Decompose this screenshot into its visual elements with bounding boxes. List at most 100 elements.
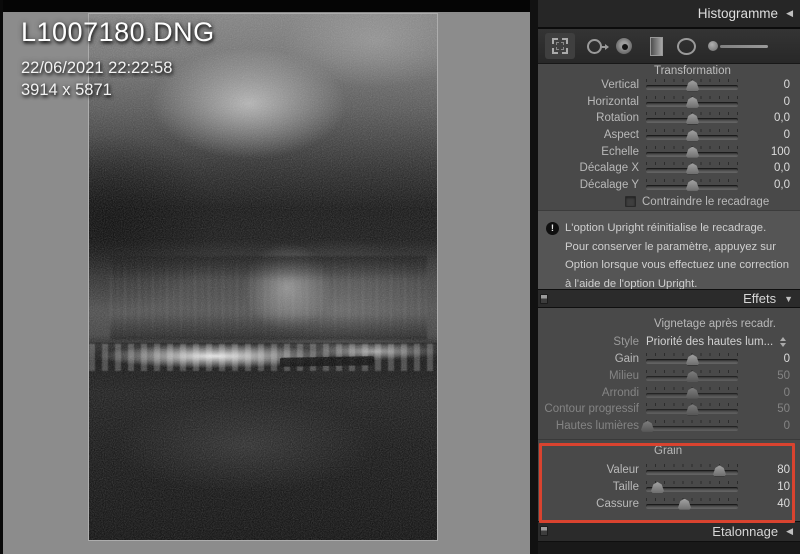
slider-value-hautes-lumi-res[interactable]: 0 — [738, 420, 800, 432]
slider-track[interactable] — [646, 426, 738, 430]
slider-value-vertical[interactable]: 0 — [738, 79, 800, 91]
slider-row-aspect: Aspect 0 — [538, 127, 800, 144]
slider-value-taille[interactable]: 10 — [738, 481, 800, 493]
slider-vertical[interactable] — [646, 79, 738, 91]
photo-filename: L1007180.DNG — [21, 17, 215, 48]
slider-contour-progressif[interactable] — [646, 403, 738, 415]
slider-value-d-calage-y[interactable]: 0,0 — [738, 179, 800, 191]
panel-bottom-edge — [538, 542, 800, 554]
slider-label-gain: Gain — [538, 353, 646, 365]
slider-label-milieu: Milieu — [538, 370, 646, 382]
slider-row-d-calage-x: Décalage X0,0 — [538, 160, 800, 177]
warning-icon: ! — [546, 222, 559, 235]
slider-label-cassure: Cassure — [538, 498, 646, 510]
canvas-top-edge — [0, 0, 530, 12]
slider-row-valeur: Valeur80 — [538, 462, 800, 479]
slider-value-rotation[interactable]: 0,0 — [738, 112, 800, 124]
slider-row-hautes-lumi-res: Hautes lumières 0 — [538, 418, 800, 435]
slider-valeur[interactable] — [646, 464, 738, 476]
slider-row-rotation: Rotation0,0 — [538, 110, 800, 127]
calibration-enable-toggle[interactable] — [540, 526, 548, 536]
slider-label-aspect: Aspect — [538, 129, 646, 141]
slider-value-aspect[interactable]: 0 — [738, 129, 800, 141]
slider-row-d-calage-y: Décalage Y 0,0 — [538, 177, 800, 194]
upright-warning-text: L'option Upright réinitialise le recadra… — [565, 219, 791, 283]
lightroom-develop-window: L1007180.DNG 22/06/2021 22:22:58 3914 x … — [0, 0, 800, 554]
calibration-panel-header[interactable]: Etalonnage ◀ — [538, 521, 800, 542]
slider-label-echelle: Echelle — [538, 146, 646, 158]
crop-tool-button[interactable] — [545, 33, 575, 59]
collapse-left-triangle-icon: ◀ — [786, 8, 793, 19]
effects-panel-header[interactable]: Effets ▼ — [538, 289, 800, 308]
constrain-crop-checkbox[interactable] — [625, 196, 636, 207]
slider-arrondi[interactable] — [646, 387, 738, 399]
dropdown-arrows-icon[interactable] — [780, 337, 786, 347]
slider-taille[interactable] — [646, 481, 738, 493]
develop-right-panel: Histogramme ◀ Transformation Vertical0Ho… — [538, 0, 800, 554]
slider-echelle[interactable] — [646, 146, 738, 158]
slider-row-contour-progressif: Contour progressif 50 — [538, 401, 800, 418]
tool-strip — [538, 29, 800, 64]
style-label: Style — [538, 336, 646, 348]
effects-header-label: Effets — [743, 291, 776, 306]
slider-row-taille: Taille 10 — [538, 479, 800, 496]
slider-label-taille: Taille — [538, 481, 646, 493]
style-value-dropdown[interactable]: Priorité des hautes lum... — [646, 336, 773, 348]
slider-value-echelle[interactable]: 100 — [738, 146, 800, 158]
slider-value-cassure[interactable]: 40 — [738, 498, 800, 510]
constrain-crop-row[interactable]: Contraindre le recadrage — [538, 193, 800, 210]
slider-row-milieu: Milieu 50 — [538, 368, 800, 385]
photo-datetime: 22/06/2021 22:22:58 — [21, 57, 215, 79]
slider-label-arrondi: Arrondi — [538, 387, 646, 399]
slider-cassure[interactable] — [646, 498, 738, 510]
slider-value-gain[interactable]: 0 — [738, 353, 800, 365]
slider-horizontal[interactable] — [646, 96, 738, 108]
slider-row-arrondi: Arrondi 0 — [538, 384, 800, 401]
slider-label-d-calage-y: Décalage Y — [538, 179, 646, 191]
vignette-style-row: Style Priorité des hautes lum... — [538, 333, 800, 351]
slider-label-contour-progressif: Contour progressif — [538, 403, 646, 415]
slider-hautes-lumi-res[interactable] — [646, 420, 738, 432]
histogram-header-label: Histogramme — [698, 6, 778, 21]
constrain-crop-label: Contraindre le recadrage — [642, 196, 769, 208]
slider-label-horizontal: Horizontal — [538, 96, 646, 108]
slider-label-hautes-lumi-res: Hautes lumières — [538, 420, 646, 432]
slider-d-calage-x[interactable] — [646, 162, 738, 174]
graduated-filter-icon[interactable] — [650, 37, 663, 56]
slider-value-arrondi[interactable]: 0 — [738, 387, 800, 399]
slider-value-d-calage-x[interactable]: 0,0 — [738, 162, 800, 174]
slider-rotation[interactable] — [646, 112, 738, 124]
slider-milieu[interactable] — [646, 370, 738, 382]
spot-removal-icon[interactable] — [587, 39, 602, 54]
slider-row-cassure: Cassure 40 — [538, 495, 800, 512]
histogram-panel-header[interactable]: Histogramme ◀ — [538, 0, 800, 29]
image-canvas: L1007180.DNG 22/06/2021 22:22:58 3914 x … — [0, 0, 530, 554]
radial-filter-icon[interactable] — [677, 38, 696, 55]
slider-gain[interactable] — [646, 353, 738, 365]
photo-info-overlay: L1007180.DNG 22/06/2021 22:22:58 3914 x … — [21, 17, 215, 101]
effects-enable-toggle[interactable] — [540, 294, 548, 304]
post-crop-vignette-title: Vignetage après recadr. — [538, 317, 800, 331]
slider-label-vertical: Vertical — [538, 79, 646, 91]
slider-row-gain: Gain 0 — [538, 351, 800, 368]
slider-aspect[interactable] — [646, 129, 738, 141]
brush-tip — [708, 41, 718, 51]
window-left-edge — [0, 0, 3, 554]
slider-value-valeur[interactable]: 80 — [738, 464, 800, 476]
adjustment-brush-icon[interactable] — [708, 41, 768, 51]
slider-value-horizontal[interactable]: 0 — [738, 96, 800, 108]
slider-d-calage-y[interactable] — [646, 179, 738, 191]
red-eye-icon[interactable] — [615, 37, 633, 55]
grain-sliders: Valeur80 Taille 10 Cassure 40 — [538, 462, 800, 512]
slider-row-vertical: Vertical 0 — [538, 77, 800, 94]
slider-ticks — [646, 498, 738, 501]
panel-separator[interactable] — [530, 0, 538, 554]
brush-handle — [720, 45, 768, 48]
crop-icon — [552, 38, 568, 54]
slider-value-contour-progressif[interactable]: 50 — [738, 403, 800, 415]
photo-dimensions: 3914 x 5871 — [21, 79, 215, 101]
slider-row-echelle: Echelle 100 — [538, 143, 800, 160]
transform-sliders: Vertical 0 Horizontal 0 Rotation0,0 Aspect 0 Ec… — [538, 77, 800, 193]
slider-track[interactable] — [646, 504, 738, 508]
slider-value-milieu[interactable]: 50 — [738, 370, 800, 382]
